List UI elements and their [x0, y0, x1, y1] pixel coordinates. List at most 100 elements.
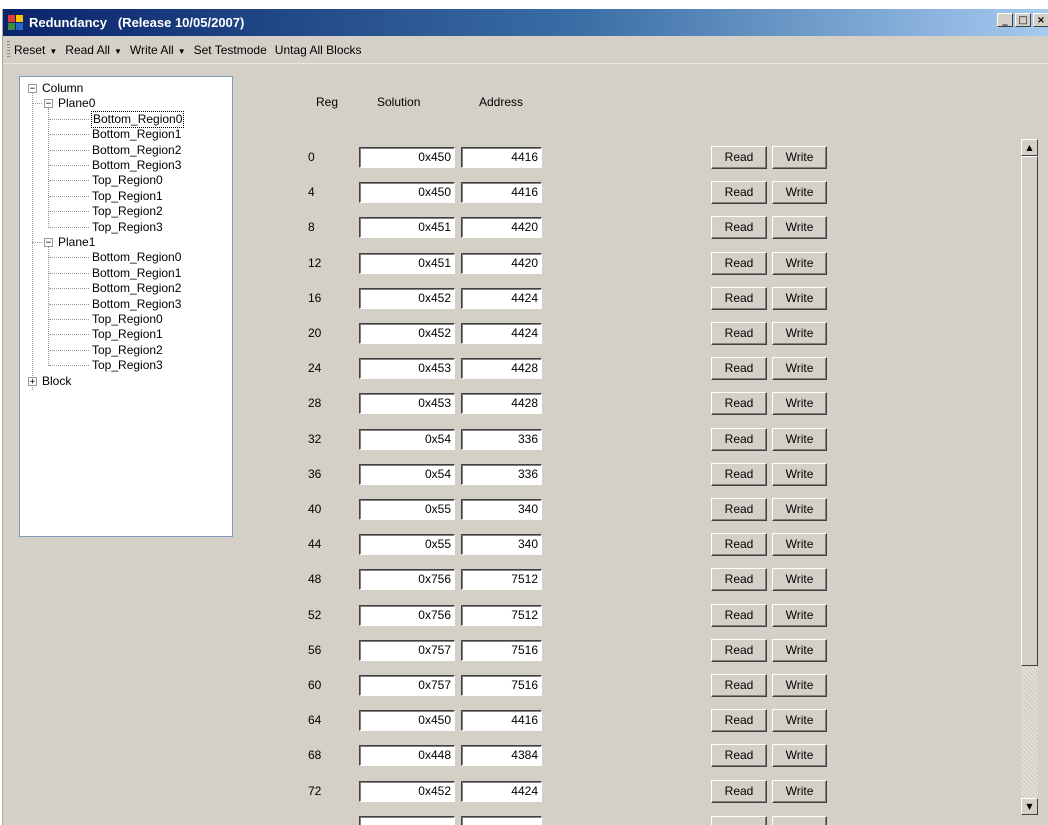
address-field[interactable]: 340	[461, 534, 542, 555]
menu-set-testmode[interactable]: Set Testmode	[194, 43, 267, 57]
solution-field[interactable]: 0x55	[359, 534, 455, 555]
menu-read-all[interactable]: Read All ▼	[65, 43, 122, 57]
collapse-icon[interactable]: −	[44, 238, 53, 248]
address-field[interactable]: 4384	[461, 745, 542, 766]
partial-button[interactable]	[772, 816, 827, 825]
write-button[interactable]: Write	[772, 181, 827, 204]
write-button[interactable]: Write	[772, 674, 827, 697]
address-field[interactable]: 4428	[461, 358, 542, 379]
solution-field[interactable]: 0x448	[359, 745, 455, 766]
solution-field[interactable]: 0x55	[359, 499, 455, 520]
vertical-scrollbar[interactable]: ▲ ▼	[1021, 139, 1038, 815]
collapse-icon[interactable]: −	[44, 99, 53, 109]
read-button[interactable]: Read	[711, 674, 767, 697]
read-button[interactable]: Read	[711, 709, 767, 732]
close-icon[interactable]: ×	[1033, 13, 1048, 27]
address-field[interactable]: 4424	[461, 323, 542, 344]
read-button[interactable]: Read	[711, 252, 767, 275]
minimize-icon[interactable]: _	[997, 13, 1013, 27]
write-button[interactable]: Write	[772, 428, 827, 451]
write-button[interactable]: Write	[772, 498, 827, 521]
solution-field[interactable]: 0x757	[359, 640, 455, 661]
read-button[interactable]: Read	[711, 392, 767, 415]
solution-field[interactable]: 0x452	[359, 781, 455, 802]
write-button[interactable]: Write	[772, 568, 827, 591]
read-button[interactable]: Read	[711, 181, 767, 204]
collapse-icon[interactable]: −	[28, 84, 37, 94]
solution-field[interactable]: 0x451	[359, 217, 455, 238]
scroll-up-icon[interactable]: ▲	[1021, 139, 1038, 156]
tree-node-region[interactable]: Top_Region3	[92, 358, 163, 373]
solution-field[interactable]: 0x756	[359, 605, 455, 626]
tree-node-region[interactable]: Bottom_Region1	[92, 266, 181, 281]
tree-node-region[interactable]: Bottom_Region3	[92, 297, 181, 312]
read-button[interactable]: Read	[711, 322, 767, 345]
read-button[interactable]: Read	[711, 568, 767, 591]
region-tree[interactable]: − Column − Plane0 Bottom_Region0 Bottom_Regio…	[19, 76, 233, 537]
read-button[interactable]: Read	[711, 287, 767, 310]
write-button[interactable]: Write	[772, 392, 827, 415]
address-field[interactable]: 4428	[461, 393, 542, 414]
solution-field[interactable]: 0x450	[359, 147, 455, 168]
read-button[interactable]: Read	[711, 498, 767, 521]
solution-field[interactable]: 0x451	[359, 253, 455, 274]
read-button[interactable]: Read	[711, 744, 767, 767]
write-button[interactable]: Write	[772, 709, 827, 732]
read-button[interactable]: Read	[711, 216, 767, 239]
toolbar-grip-icon[interactable]	[7, 41, 10, 58]
tree-node-region[interactable]: Top_Region0	[92, 173, 163, 188]
address-field[interactable]: 4424	[461, 288, 542, 309]
read-button[interactable]: Read	[711, 639, 767, 662]
address-field[interactable]: 4416	[461, 147, 542, 168]
tree-node-region[interactable]: Bottom_Region1	[92, 127, 181, 142]
write-button[interactable]: Write	[772, 533, 827, 556]
menu-untag-all-blocks[interactable]: Untag All Blocks	[275, 43, 362, 57]
tree-node-region[interactable]: Bottom_Region3	[92, 158, 181, 173]
tree-node-region[interactable]: Bottom_Region2	[92, 281, 181, 296]
solution-field[interactable]: 0x452	[359, 323, 455, 344]
tree-node-region[interactable]: Bottom_Region2	[92, 143, 181, 158]
solution-field[interactable]: 0x450	[359, 710, 455, 731]
write-button[interactable]: Write	[772, 357, 827, 380]
write-button[interactable]: Write	[772, 744, 827, 767]
tree-node-region[interactable]: Top_Region2	[92, 343, 163, 358]
menu-write-all[interactable]: Write All ▼	[130, 43, 186, 57]
tree-node-plane1[interactable]: Plane1	[58, 235, 95, 250]
write-button[interactable]: Write	[772, 322, 827, 345]
scroll-down-icon[interactable]: ▼	[1021, 798, 1038, 815]
address-field[interactable]: 7512	[461, 605, 542, 626]
address-field[interactable]: 4420	[461, 253, 542, 274]
tree-node-block[interactable]: Block	[42, 374, 71, 389]
address-field[interactable]: 4420	[461, 217, 542, 238]
read-button[interactable]: Read	[711, 428, 767, 451]
tree-node-column[interactable]: Column	[42, 81, 83, 96]
read-button[interactable]: Read	[711, 357, 767, 380]
write-button[interactable]: Write	[772, 604, 827, 627]
tree-node-region[interactable]: Top_Region0	[92, 312, 163, 327]
read-button[interactable]: Read	[711, 533, 767, 556]
write-button[interactable]: Write	[772, 216, 827, 239]
maximize-icon[interactable]: □	[1015, 13, 1031, 27]
solution-field[interactable]: 0x450	[359, 182, 455, 203]
expand-icon[interactable]: +	[28, 376, 37, 386]
address-field[interactable]: 7512	[461, 569, 542, 590]
solution-field[interactable]: 0x453	[359, 393, 455, 414]
partial-button[interactable]	[711, 816, 767, 825]
read-button[interactable]: Read	[711, 146, 767, 169]
solution-field[interactable]: 0x54	[359, 464, 455, 485]
write-button[interactable]: Write	[772, 252, 827, 275]
write-button[interactable]: Write	[772, 287, 827, 310]
write-button[interactable]: Write	[772, 780, 827, 803]
title-bar[interactable]: Redundancy (Release 10/05/2007) _ □ ×	[3, 9, 1048, 36]
tree-node-region[interactable]: Bottom_Region0	[92, 250, 181, 265]
partial-field[interactable]	[461, 816, 542, 825]
address-field[interactable]: 4416	[461, 182, 542, 203]
read-button[interactable]: Read	[711, 780, 767, 803]
address-field[interactable]: 7516	[461, 640, 542, 661]
tree-node-region[interactable]: Top_Region2	[92, 204, 163, 219]
tree-node-region[interactable]: Bottom_Region0	[90, 110, 185, 128]
address-field[interactable]: 4424	[461, 781, 542, 802]
tree-node-region[interactable]: Top_Region3	[92, 220, 163, 235]
address-field[interactable]: 340	[461, 499, 542, 520]
read-button[interactable]: Read	[711, 604, 767, 627]
